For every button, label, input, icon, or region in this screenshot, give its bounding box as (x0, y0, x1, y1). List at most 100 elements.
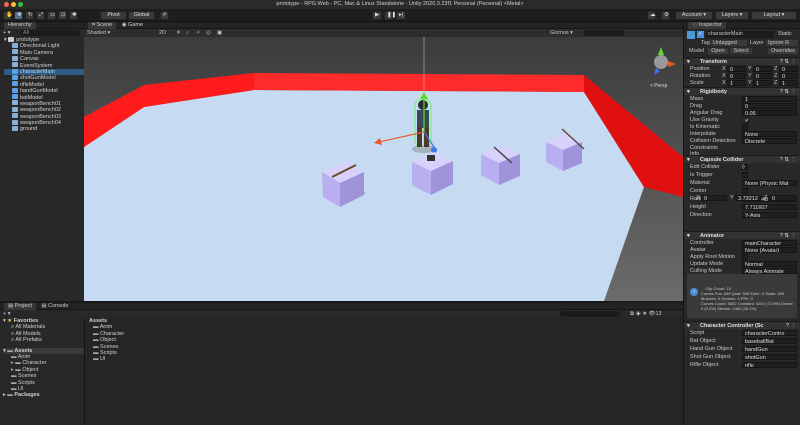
audio-icon[interactable]: ♪ (186, 29, 189, 37)
property-value[interactable]: 1 (742, 96, 797, 103)
property-value[interactable]: ✓ (742, 117, 750, 124)
step-button[interactable]: ▸| (396, 11, 406, 20)
project-add-icon[interactable]: + ▾ (3, 310, 11, 318)
move-tool-icon[interactable]: ✥ (14, 11, 23, 20)
rotation-z-field[interactable]: 0 (779, 73, 798, 80)
pivot-toggle[interactable]: Pivot (100, 11, 127, 20)
edit-collider-icon[interactable]: ⟠ (742, 164, 745, 170)
animator-header[interactable]: ▾ Animator? ⇅ ⋮ (684, 231, 800, 239)
play-button[interactable]: ▶ (372, 11, 382, 20)
rotation-y-field[interactable]: 0 (753, 73, 772, 80)
static-toggle[interactable]: Static (778, 31, 792, 38)
rect-tool-icon[interactable]: ▭ (47, 11, 56, 20)
hand-tool-icon[interactable]: ✋ (3, 11, 13, 20)
close-window-button[interactable] (4, 2, 9, 7)
transform-header[interactable]: ▾ Transform? ⇅ ⋮ (684, 57, 800, 65)
filter-icon[interactable]: ⧉ ◈ ★ 👁13 (630, 310, 662, 318)
account-dropdown[interactable]: Account ▾ (675, 11, 713, 20)
center-z-field[interactable]: 0 (769, 195, 795, 202)
property-value[interactable]: shotGun (742, 354, 797, 361)
gizmos-dropdown[interactable]: Gizmos ▾ (550, 29, 573, 37)
scale-tool-icon[interactable]: ⤢ (36, 11, 45, 20)
property-value[interactable]: handGun (742, 346, 797, 353)
project-search-input[interactable] (560, 311, 620, 317)
2d-toggle[interactable]: 2D (159, 29, 166, 37)
center-y-field[interactable]: 3.73212 (735, 195, 761, 202)
transform-tool-icon[interactable]: ⊡ (58, 11, 67, 20)
folder-icon: ▬ (11, 379, 19, 386)
hierarchy-tab[interactable]: Hierarchy (4, 22, 36, 29)
select-button[interactable]: Select (730, 48, 752, 54)
layers-dropdown[interactable]: Layers ▾ (715, 11, 749, 20)
property-checkbox[interactable] (742, 254, 748, 260)
character-leg-right[interactable] (424, 127, 429, 147)
rotate-tool-icon[interactable]: ↻ (25, 11, 34, 20)
game-tab[interactable]: ◉ Game (118, 22, 147, 29)
property-value[interactable]: 0.05 (742, 110, 797, 117)
layer-dropdown[interactable]: Ignore R (766, 40, 798, 46)
property-label: Collision Detection (690, 138, 736, 144)
persp-label[interactable]: < Persp (650, 83, 668, 89)
tag-dropdown[interactable]: Untagged (711, 40, 747, 46)
z-axis-label: Z (764, 195, 768, 201)
zoom-window-button[interactable] (18, 2, 23, 7)
lighting-icon[interactable]: ☀ (176, 29, 181, 37)
tag-label: Tag (701, 40, 710, 46)
property-value[interactable]: characterContro (742, 330, 797, 337)
property-value[interactable]: Discrete (742, 138, 797, 145)
position-x-field[interactable]: 0 (727, 66, 746, 73)
property-value[interactable]: None (742, 131, 797, 138)
console-tab[interactable]: ▤ Console (37, 303, 72, 310)
cloud-icon[interactable]: ⚙ (661, 11, 670, 20)
scene-search-input[interactable] (584, 30, 624, 36)
collab-icon[interactable]: ☁ (647, 11, 656, 20)
property-value[interactable]: Normal (742, 261, 797, 268)
property-value[interactable]: Y-Axis (742, 212, 797, 219)
scale-z-field[interactable]: 1 (779, 80, 798, 87)
minimize-window-button[interactable] (11, 2, 16, 7)
property-checkbox[interactable] (742, 124, 748, 130)
scene-tab[interactable]: ⌗ Scene (88, 22, 117, 29)
property-checkbox[interactable] (742, 188, 748, 194)
scene-viewport[interactable]: < Persp (84, 37, 683, 301)
custom-tool-icon[interactable]: ✱ (69, 11, 78, 20)
character-controller-header[interactable]: ▾ Character Controller (Sc? ⋮ (684, 321, 800, 329)
property-value[interactable]: 7.711607 (742, 204, 797, 211)
global-toggle[interactable]: Global (128, 11, 155, 20)
property-value[interactable]: None (Avatar) (742, 247, 797, 254)
capsule-collider-header[interactable]: ▾ Capsule Collider? ⇅ ⋮ (684, 155, 800, 163)
open-button[interactable]: Open (708, 48, 728, 54)
project-tab[interactable]: ▤ Project (4, 303, 36, 310)
property-value[interactable]: mainCharacter (742, 240, 797, 247)
hidden-objects-icon[interactable]: ◎ (206, 29, 211, 37)
position-z-field[interactable]: 0 (779, 66, 798, 73)
shading-dropdown[interactable]: Shaded ▾ (87, 29, 110, 37)
layout-dropdown[interactable]: Layout ▾ (751, 11, 797, 20)
scale-x-field[interactable]: 1 (727, 80, 746, 87)
add-icon[interactable]: + ▾ (3, 29, 11, 37)
hierarchy-item[interactable]: ground (4, 126, 84, 132)
character-leg-left[interactable] (417, 127, 422, 147)
scale-y-field[interactable]: 1 (753, 80, 772, 87)
effects-icon[interactable]: ✧ (196, 29, 201, 37)
asset-list-item[interactable]: ▬ UI (93, 356, 683, 362)
property-checkbox[interactable] (742, 172, 748, 178)
grid-snap-icon[interactable]: # (160, 11, 169, 20)
center-x-field[interactable]: 0 (701, 195, 727, 202)
rigidbody-header[interactable]: ▾ Rigidbody? ⇅ ⋮ (684, 87, 800, 95)
property-value[interactable]: None (Physic Mat (742, 180, 797, 187)
scene-camera-icon[interactable]: ▣ (217, 29, 222, 37)
rotation-x-field[interactable]: 0 (727, 73, 746, 80)
hierarchy-search-input[interactable]: All (20, 30, 80, 36)
property-value[interactable]: 0 (742, 103, 797, 110)
property-value[interactable]: baseballBat (742, 338, 797, 345)
overrides-dropdown[interactable]: Overrides (768, 48, 798, 54)
active-checkbox[interactable]: ✓ (697, 31, 704, 38)
inspector-tab[interactable]: ⓘ Inspector (688, 22, 726, 29)
property-value[interactable]: rifle (742, 362, 797, 369)
position-y-field[interactable]: 0 (753, 66, 772, 73)
pause-button[interactable]: ❚❚ (384, 11, 396, 20)
hand-gun-model[interactable] (427, 155, 435, 161)
packages-node[interactable]: ▸ ▬ Packages (3, 392, 84, 398)
object-name-field[interactable]: characterMain (706, 31, 774, 38)
